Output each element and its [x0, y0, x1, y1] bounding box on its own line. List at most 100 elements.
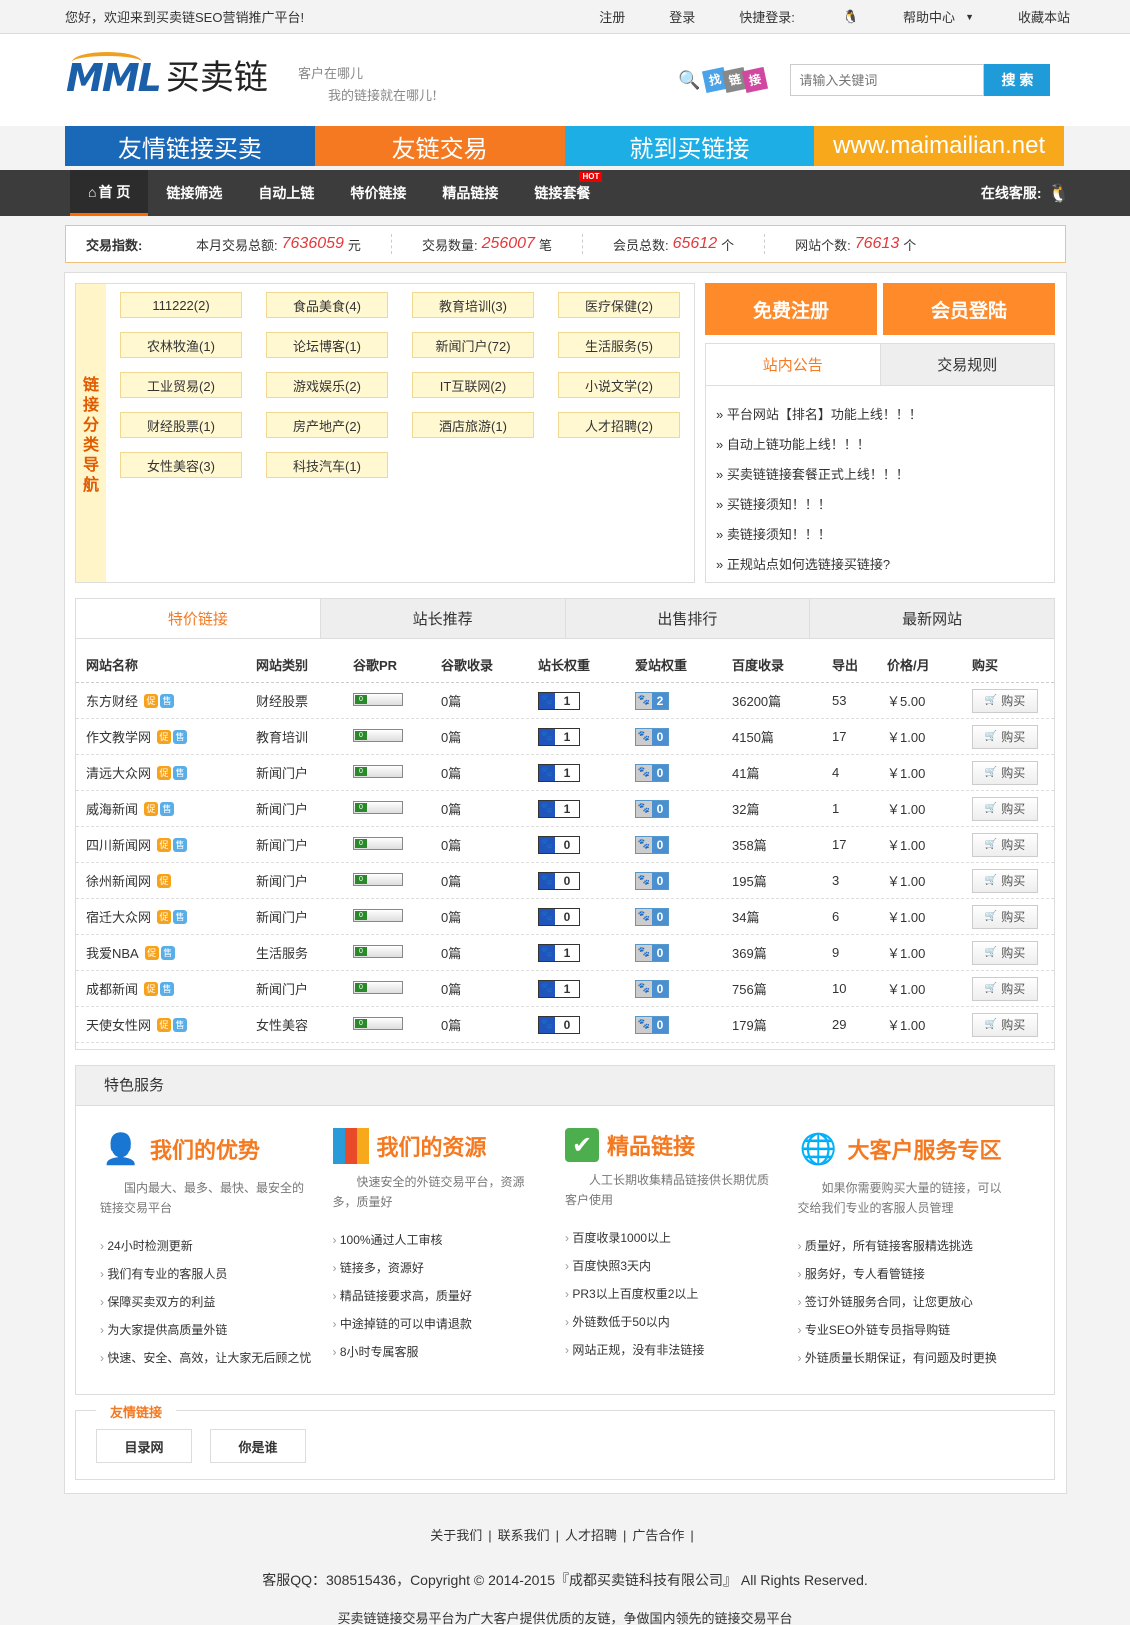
notice-item[interactable]: » 平台网站【排名】功能上线！！！ [716, 400, 1044, 430]
site-name-cell: 宿迁大众网促售 [86, 907, 256, 926]
table-header-cell: 网站名称 [86, 658, 139, 673]
login-link[interactable]: 登录 [669, 7, 695, 26]
category-item[interactable]: 科技汽车(1) [266, 452, 388, 478]
service-list: 百度收录1000以上百度快照3天内PR3以上百度权重2以上外链数低于50以内网站… [565, 1224, 798, 1364]
buy-button[interactable]: 🛒 购买 [972, 796, 1038, 821]
quick-login-link[interactable]: 快捷登录: 🐧 [739, 7, 859, 26]
category-item[interactable]: 女性美容(3) [120, 452, 242, 478]
register-button[interactable]: 免费注册 [705, 283, 877, 335]
nav-premium-links[interactable]: 精品链接 [424, 170, 516, 216]
category-item[interactable]: 教育培训(3) [412, 292, 534, 318]
tab-sales-rank[interactable]: 出售排行 [564, 599, 810, 638]
site-name-link[interactable]: 成都新闻 [86, 979, 138, 998]
buy-cell: 🛒 购买 [972, 904, 1052, 929]
help-center-link[interactable]: 帮助中心 ▼ [903, 7, 974, 26]
category-item[interactable]: 论坛博客(1) [266, 332, 388, 358]
category-item[interactable]: 新闻门户(72) [412, 332, 534, 358]
friend-link-1[interactable]: 目录网 [96, 1429, 192, 1463]
promo-badge: 促 [157, 873, 172, 888]
service-desc: 如果你需要购买大量的链接，可以交给我们专业的客服人员管理 [797, 1181, 1002, 1215]
paw-icon: 🐾 [636, 945, 652, 961]
table-row: 成都新闻促售新闻门户0篇🐾1🐾0756篇10￥1.00🛒购买 [76, 971, 1054, 1007]
bookmark-link[interactable]: 收藏本站 [1018, 7, 1070, 26]
category-item[interactable]: 小说文学(2) [558, 372, 680, 398]
footer-link[interactable]: 广告合作 [632, 1528, 684, 1543]
sale-badge: 售 [160, 945, 175, 960]
site-name-link[interactable]: 宿迁大众网 [86, 907, 151, 926]
category-item[interactable]: 食品美食(4) [266, 292, 388, 318]
online-service[interactable]: 在线客服: 🐧 [981, 170, 1070, 216]
category-item[interactable]: 游戏娱乐(2) [266, 372, 388, 398]
site-name-link[interactable]: 清远大众网 [86, 763, 151, 782]
buy-button[interactable]: 🛒 购买 [972, 868, 1038, 893]
login-button[interactable]: 会员登陆 [883, 283, 1055, 335]
qq-icon[interactable]: 🐧 [843, 9, 859, 25]
site-name-cell: 徐州新闻网促 [86, 871, 256, 890]
category-item[interactable]: 工业贸易(2) [120, 372, 242, 398]
table-row: 威海新闻促售新闻门户0篇🐾1🐾032篇1￥1.00🛒购买 [76, 791, 1054, 827]
category-item[interactable]: 财经股票(1) [120, 412, 242, 438]
site-name-link[interactable]: 天使女性网 [86, 1015, 151, 1034]
buy-button[interactable]: 🛒 购买 [972, 976, 1038, 1001]
home-icon: ⌂ [88, 183, 97, 200]
notice-item[interactable]: » 买链接须知！！！ [716, 490, 1044, 520]
footer-separator: | [555, 1528, 559, 1543]
nav-auto-link[interactable]: 自动上链 [240, 170, 332, 216]
tab-recommended[interactable]: 站长推荐 [319, 599, 565, 638]
category-item[interactable]: 农林牧渔(1) [120, 332, 242, 358]
site-name-link[interactable]: 东方财经 [86, 691, 138, 710]
tab-special-links[interactable]: 特价链接 [76, 599, 320, 638]
nav-link-filter[interactable]: 链接筛选 [148, 170, 240, 216]
tag-link-2: 接 [742, 66, 769, 94]
nav-link-package[interactable]: 链接套餐 HOT [516, 170, 608, 216]
footer-link[interactable]: 联系我们 [498, 1528, 550, 1543]
friend-links: 友情链接 目录网 你是谁 [75, 1402, 1055, 1480]
nav-home[interactable]: ⌂ 首 页 [70, 170, 149, 216]
category-item[interactable]: 酒店旅游(1) [412, 412, 534, 438]
nav-special-price[interactable]: 特价链接 [332, 170, 424, 216]
site-name-link[interactable]: 徐州新闻网 [86, 871, 151, 890]
buy-button[interactable]: 🛒 购买 [972, 688, 1038, 713]
site-name-link[interactable]: 作文教学网 [86, 727, 151, 746]
buy-button[interactable]: 🛒 购买 [972, 832, 1038, 857]
promo-banner[interactable]: 友情链接买卖 友链交易 就到买链接 www.maimailian.net [65, 126, 1064, 166]
search-button[interactable]: 搜 索 [984, 64, 1051, 96]
chevron-down-icon: ▼ [965, 11, 974, 22]
footer-link[interactable]: 关于我们 [430, 1528, 482, 1543]
tab-new-sites[interactable]: 最新网站 [809, 599, 1054, 638]
category-item[interactable]: 医疗保健(2) [558, 292, 680, 318]
logo[interactable]: MML 买卖链 [66, 52, 268, 98]
site-name-link[interactable]: 我爱NBA [86, 943, 139, 962]
category-item[interactable]: 生活服务(5) [558, 332, 680, 358]
qq-service-icon[interactable]: 🐧 [1048, 183, 1070, 204]
user-check-icon: 👤 [102, 1132, 140, 1166]
baidu-index: 4150篇 [732, 730, 774, 745]
buy-button[interactable]: 🛒 购买 [972, 904, 1038, 929]
buy-button[interactable]: 🛒 购买 [972, 724, 1038, 749]
register-link[interactable]: 注册 [599, 7, 625, 26]
category-item[interactable]: 人才招聘(2) [558, 412, 680, 438]
footer-link[interactable]: 人才招聘 [565, 1528, 617, 1543]
notice-item[interactable]: » 自动上链功能上线！！！ [716, 430, 1044, 460]
tab-notice[interactable]: 站内公告 [706, 344, 880, 385]
category-item[interactable]: 房产地产(2) [266, 412, 388, 438]
buy-button[interactable]: 🛒 购买 [972, 1012, 1038, 1037]
notice-item[interactable]: » 买卖链链接套餐正式上线！！！ [716, 460, 1044, 490]
service-list-item: 服务好，专人看管链接 [798, 1260, 1031, 1288]
friend-link-2[interactable]: 你是谁 [210, 1429, 306, 1463]
category-item[interactable]: 111222(2) [120, 292, 242, 318]
site-name-link[interactable]: 四川新闻网 [86, 835, 151, 854]
search-input[interactable] [790, 64, 985, 96]
notice-item[interactable]: » 正规站点如何选链接买链接? [716, 550, 1044, 580]
service-list-item: 精品链接要求高，质量好 [333, 1282, 566, 1310]
buy-button[interactable]: 🛒 购买 [972, 760, 1038, 785]
outbound-links: 10 [832, 981, 847, 996]
buy-button[interactable]: 🛒 购买 [972, 940, 1038, 965]
promo-badge: 促 [157, 1017, 172, 1032]
site-name-link[interactable]: 威海新闻 [86, 799, 138, 818]
notice-item[interactable]: » 卖链接须知！！！ [716, 520, 1044, 550]
price: ￥1.00 [887, 766, 926, 781]
buy-label: 购买 [1001, 838, 1026, 852]
category-item[interactable]: IT互联网(2) [412, 372, 534, 398]
tab-trade-rules[interactable]: 交易规则 [879, 344, 1054, 385]
